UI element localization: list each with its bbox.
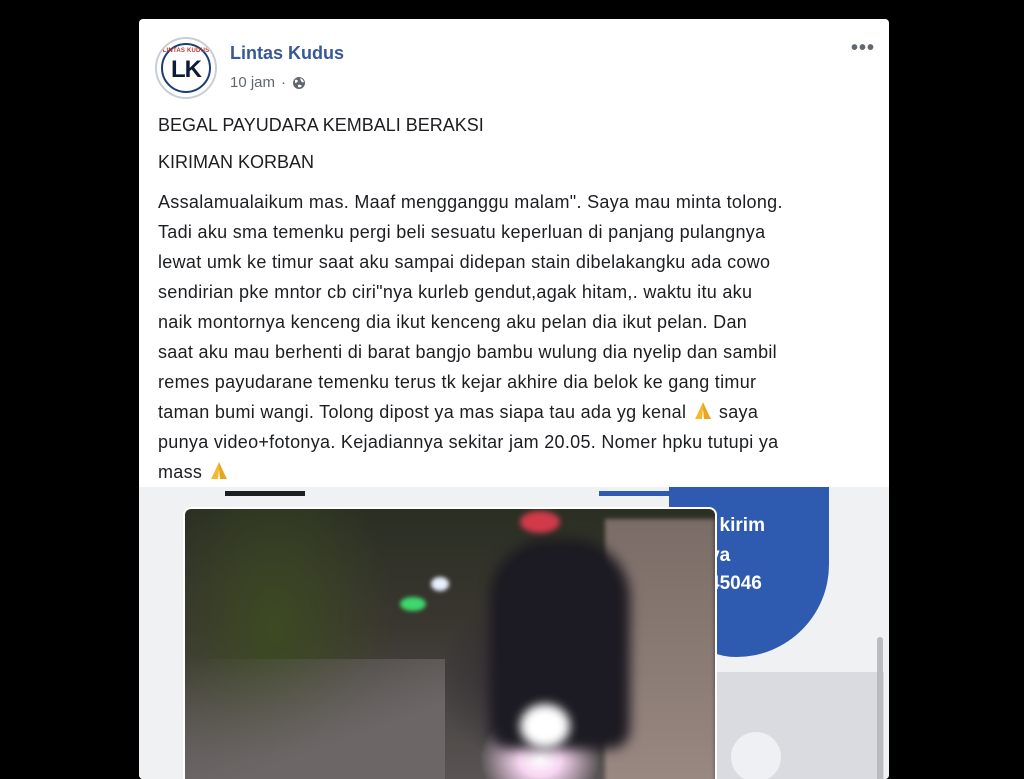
page-name-link[interactable]: Lintas Kudus [230, 43, 344, 64]
video-screenshot[interactable] [183, 507, 717, 779]
globe-icon[interactable] [292, 76, 306, 90]
body-line: sendirian pke mntor cb ciri"nya kurleb g… [158, 282, 753, 302]
post-meta: 10 jam · [230, 74, 306, 91]
body-line: lewat umk ke timur saat aku sampai didep… [158, 252, 771, 272]
body-line: taman bumi wangi. Tolong dipost ya mas s… [158, 397, 870, 427]
post-media[interactable]: i kirim va 45046 [139, 487, 889, 779]
meta-separator: · [281, 74, 287, 91]
folded-hands-icon [210, 462, 227, 479]
post-card: LINTAS KUDUS LK Lintas Kudus 10 jam · ••… [139, 19, 889, 779]
scrollbar[interactable] [877, 637, 883, 779]
body-line-text: saya [718, 402, 759, 422]
post-headline: BEGAL PAYUDARA KEMBALI BERAKSI [158, 115, 484, 135]
green-light [400, 597, 426, 611]
ad-text: i kirim [709, 515, 765, 536]
arrow-icon [731, 732, 781, 779]
post-header: LINTAS KUDUS LK Lintas Kudus 10 jam · ••… [139, 19, 889, 119]
red-light [520, 511, 560, 533]
folded-hands-icon [694, 402, 711, 419]
road-shape [185, 659, 445, 779]
post-subheadline: KIRIMAN KORBAN [158, 152, 315, 172]
body-line: naik montornya kenceng dia ikut kenceng … [158, 312, 748, 332]
tail-light [520, 704, 570, 748]
body-line-text: mass [158, 462, 203, 482]
more-options-icon[interactable]: ••• [851, 37, 875, 60]
body-line: saat aku mau berhenti di barat bangjo ba… [158, 342, 777, 362]
body-line-text: taman bumi wangi. Tolong dipost ya mas s… [158, 402, 687, 422]
body-line: Tadi aku sma temenku pergi beli sesuatu … [158, 222, 766, 242]
body-line: mass [158, 457, 870, 487]
white-light [431, 577, 449, 591]
post-time-link[interactable]: 10 jam [230, 74, 275, 91]
media-top-bar [225, 491, 305, 496]
body-line: Assalamualaikum mas. Maaf mengganggu mal… [158, 192, 783, 212]
page-avatar[interactable]: LINTAS KUDUS LK [155, 37, 217, 99]
body-line: punya video+fotonya. Kejadiannya sekitar… [158, 432, 779, 452]
avatar-initials: LK [171, 56, 202, 83]
post-body: Assalamualaikum mas. Maaf mengganggu mal… [158, 187, 870, 487]
avatar-small-text: LINTAS KUDUS [162, 48, 210, 54]
body-line: remes payudarane temenku terus tk kejar … [158, 372, 757, 392]
